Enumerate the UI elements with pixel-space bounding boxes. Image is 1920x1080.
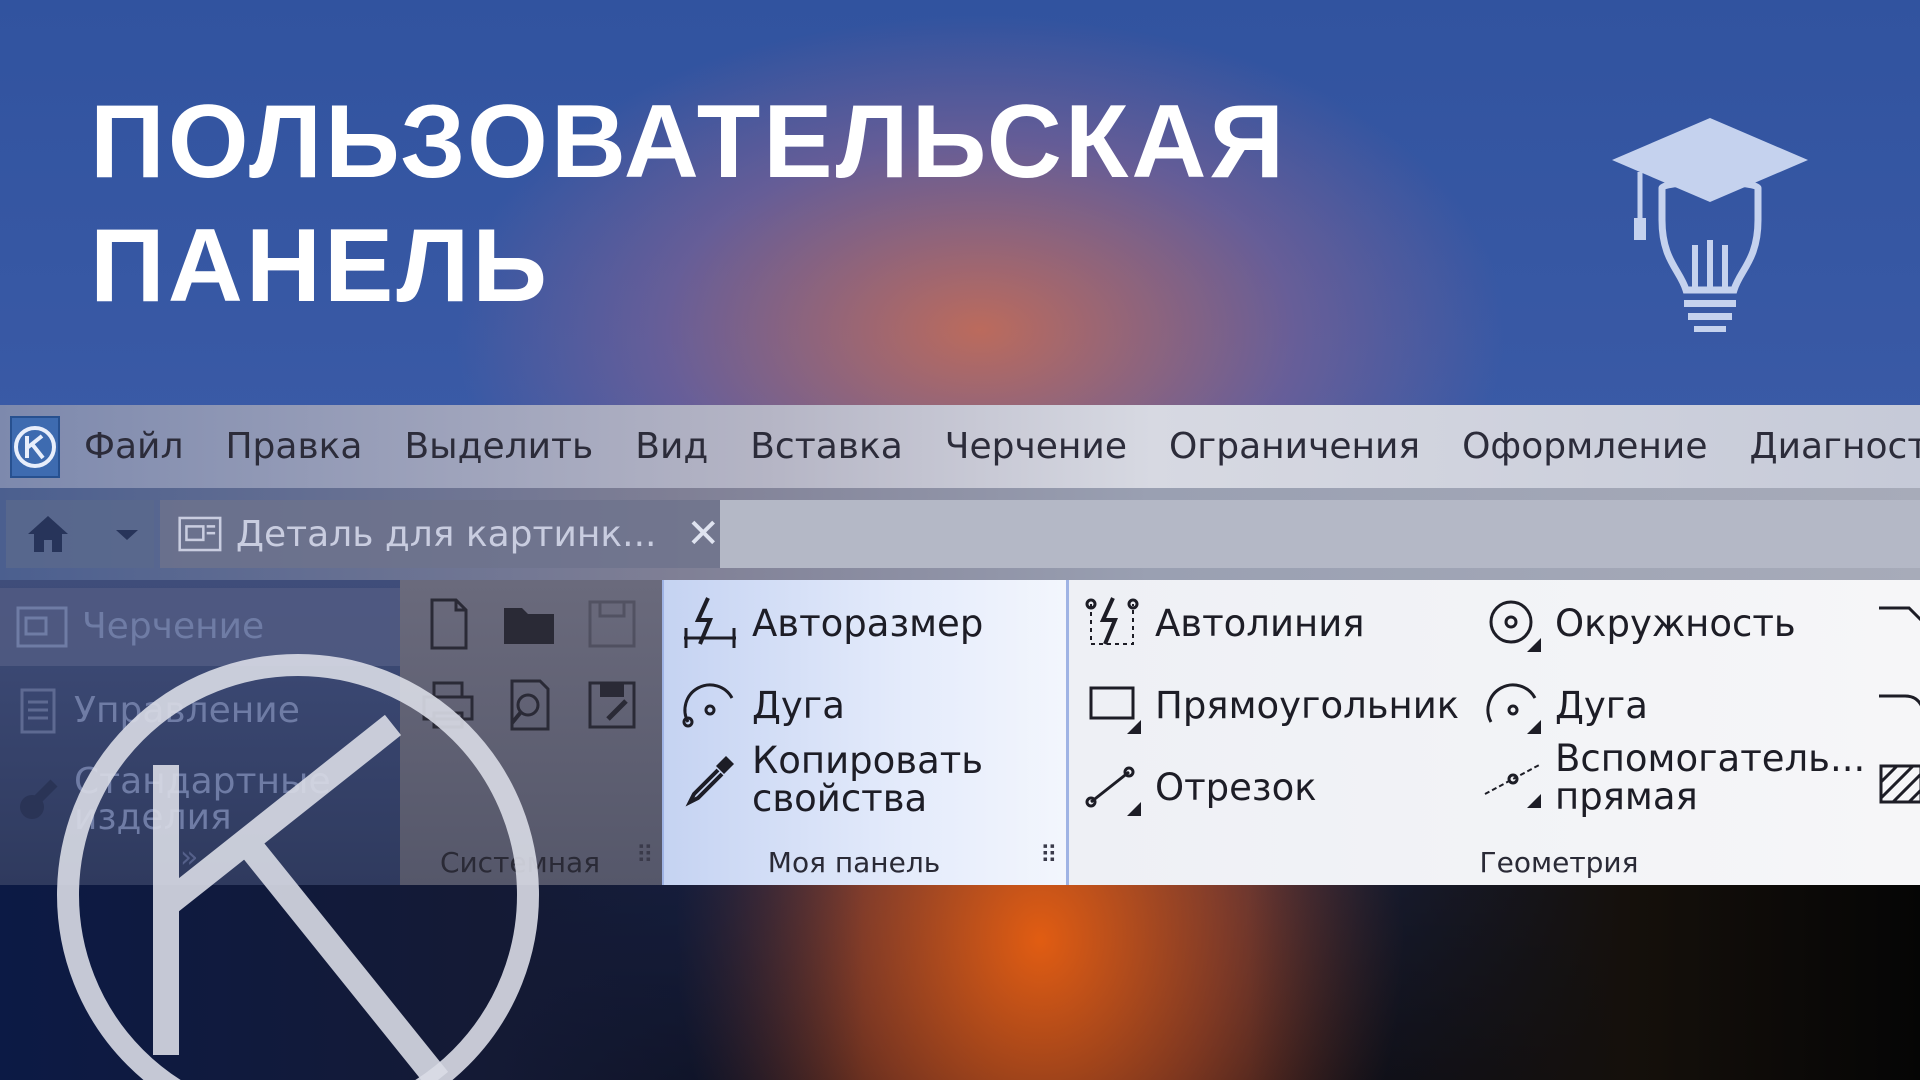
title-line-1: ПОЛЬЗОВАТЕЛЬСКАЯ	[90, 84, 1288, 200]
tool-label: Отрезок	[1155, 766, 1317, 809]
drawing-icon	[16, 606, 68, 648]
menu-bar: Файл Правка Выделить Вид Вставка Черчени…	[0, 405, 1920, 488]
tool-autosize[interactable]: Авторазмер	[680, 594, 983, 654]
tool-label: Копировать свойства	[752, 739, 984, 820]
save-icon-disabled[interactable]	[582, 594, 642, 654]
tool-autoline[interactable]: Автолиния	[1083, 594, 1365, 654]
page-title: ПОЛЬЗОВАТЕЛЬСКАЯ ПАНЕЛЬ	[90, 80, 1390, 328]
tool-label: Прямоугольник	[1155, 684, 1460, 727]
group-title-geometry: Геометрия	[1479, 846, 1639, 879]
grip-icon[interactable]: ⠿	[636, 841, 654, 869]
menu-drawing[interactable]: Черчение	[945, 426, 1127, 467]
tool-circle[interactable]: Окружность	[1483, 594, 1796, 654]
tool-label: Дуга	[752, 684, 845, 727]
group-title-my-panel: Моя панель	[767, 846, 941, 879]
line-segment-icon	[1085, 766, 1141, 816]
hatch-icon[interactable]	[1879, 758, 1920, 818]
geometry-group: Автолиния Прямоугольник Отрезок Окружнос…	[1066, 580, 1920, 885]
graduation-cap-icon	[1612, 118, 1808, 332]
tool-segment[interactable]: Отрезок	[1083, 758, 1317, 818]
menu-design[interactable]: Оформление	[1462, 426, 1707, 467]
left-panel-label: Черчение	[82, 606, 265, 647]
tool-arc-geometry[interactable]: Дуга	[1483, 676, 1648, 736]
kompas-app-icon[interactable]	[10, 415, 60, 478]
close-icon[interactable]: ✕	[686, 511, 720, 557]
tool-label: Дуга	[1555, 684, 1648, 727]
tool-label: Авторазмер	[752, 602, 984, 645]
my-panel-group: Авторазмер Дуга Копировать свойства Моя …	[662, 580, 1066, 885]
menu-select[interactable]: Выделить	[404, 426, 593, 467]
chevron-down-icon[interactable]	[112, 524, 142, 544]
circle-icon	[1489, 600, 1541, 652]
kompas-k-logo	[57, 654, 539, 1080]
arc-icon	[682, 683, 734, 728]
rectangle-icon	[1089, 686, 1141, 734]
menu-edit[interactable]: Правка	[225, 426, 362, 467]
fillet-icon[interactable]	[1879, 676, 1920, 736]
grip-icon[interactable]: ⠿	[1040, 841, 1058, 869]
tab-document-label: Деталь для картинк...	[235, 513, 657, 555]
home-icon	[28, 516, 68, 552]
tab-home[interactable]	[6, 500, 154, 568]
menu-constraints[interactable]: Ограничения	[1169, 426, 1420, 467]
menu-insert[interactable]: Вставка	[750, 426, 903, 467]
tool-rectangle[interactable]: Прямоугольник	[1083, 676, 1459, 736]
menu-view[interactable]: Вид	[635, 426, 708, 467]
menu-diagnostics[interactable]: Диагностик	[1749, 426, 1920, 467]
tool-label: Окружность	[1555, 602, 1796, 645]
tab-document[interactable]: Деталь для картинк... ✕	[160, 500, 720, 568]
tool-label: Вспомогатель... прямая	[1555, 737, 1866, 818]
auto-dimension-icon	[684, 597, 736, 648]
arc-icon	[1486, 683, 1541, 734]
save-as-icon[interactable]	[582, 675, 642, 735]
tool-auxiliary-line[interactable]: Вспомогатель... прямая	[1483, 737, 1866, 818]
tab-empty-area	[720, 500, 1920, 568]
eyedropper-icon	[685, 756, 734, 807]
auxiliary-line-icon	[1484, 763, 1542, 808]
drawing-document-icon	[178, 516, 222, 552]
tool-copy-properties[interactable]: Копировать свойства	[680, 739, 984, 820]
menu-file[interactable]: Файл	[84, 426, 183, 467]
title-line-2: ПАНЕЛЬ	[90, 208, 551, 324]
chamfer-icon[interactable]	[1879, 594, 1920, 654]
tab-bar: Деталь для картинк... ✕	[0, 488, 1920, 580]
tool-arc[interactable]: Дуга	[680, 676, 845, 736]
tool-label: Автолиния	[1155, 602, 1365, 645]
autoline-icon	[1085, 597, 1139, 645]
